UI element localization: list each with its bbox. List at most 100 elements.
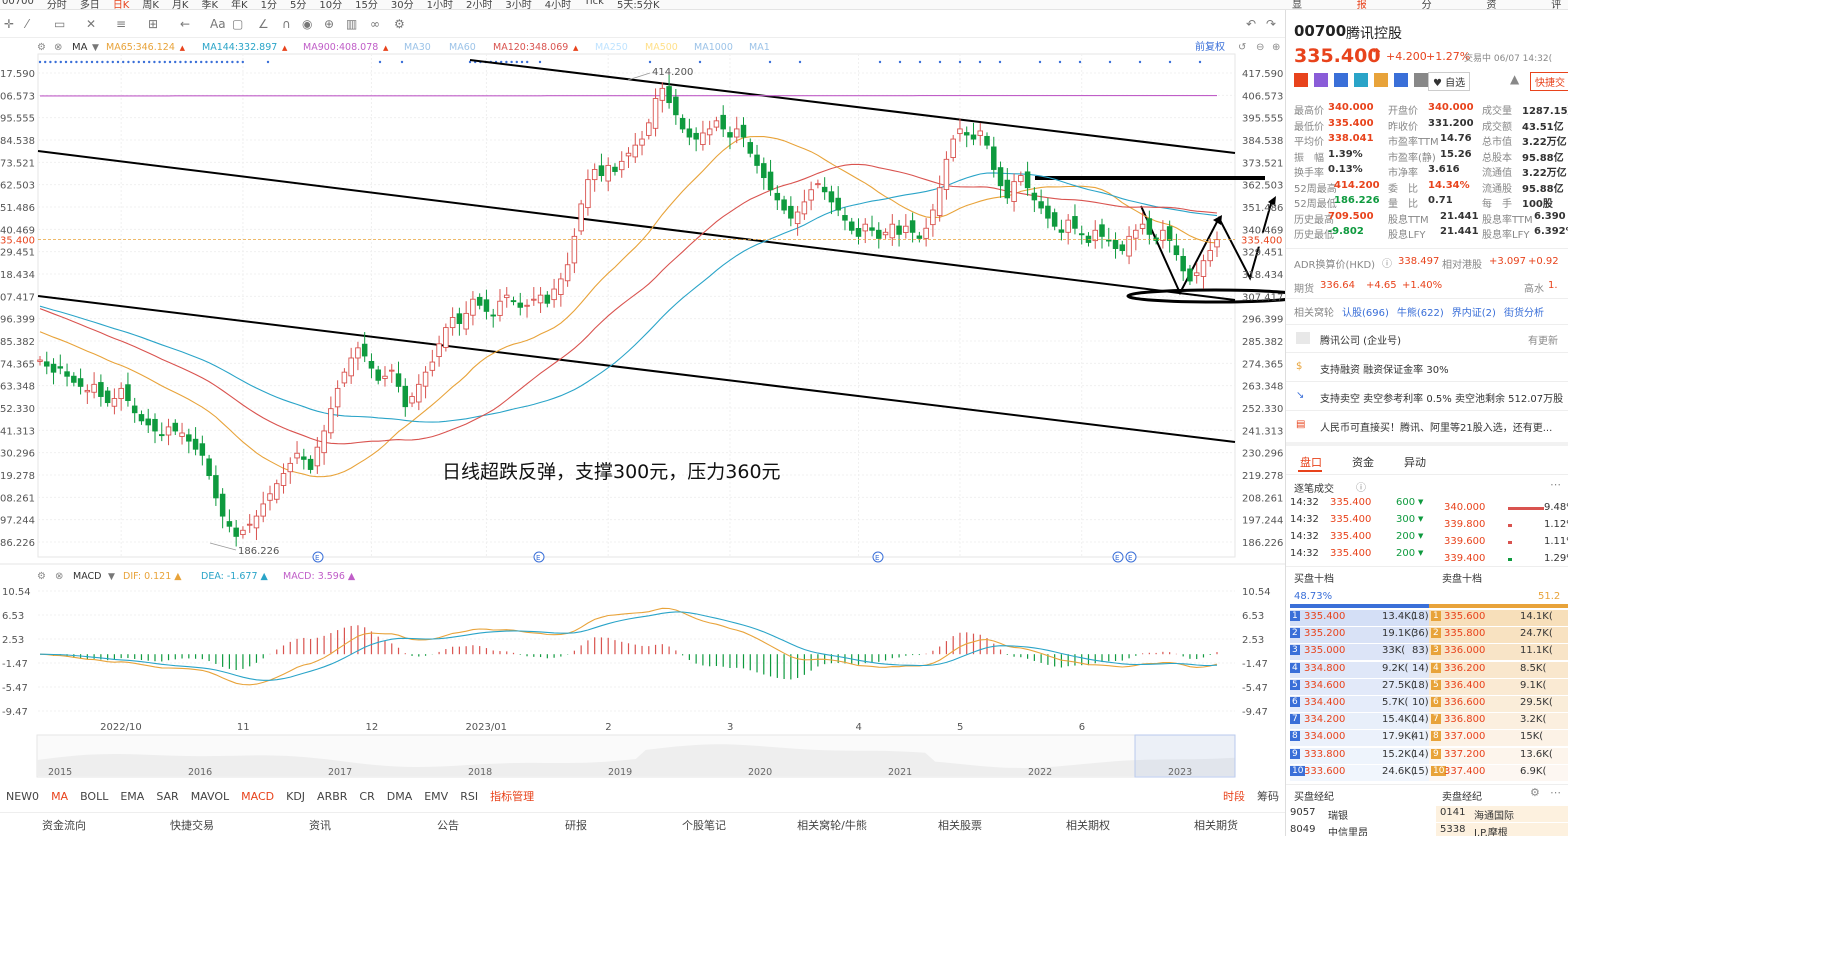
ma-legend-name[interactable]: MA1000 — [694, 42, 733, 53]
angle-tool-icon[interactable]: ∠ — [258, 17, 269, 31]
bottom-nav-item[interactable]: 相关期货 — [1152, 817, 1280, 833]
period-tab[interactable]: 季K — [202, 0, 219, 9]
ma-legend-name[interactable]: MA250 — [595, 42, 628, 53]
period-tab[interactable]: 周K — [142, 0, 159, 9]
indicator-tab[interactable]: ARBR — [317, 790, 347, 803]
panel-tab[interactable]: 分析 — [1422, 0, 1439, 9]
ma-legend-name[interactable]: MA65: — [106, 42, 136, 53]
macd-chevron-icon[interactable]: ▼ — [108, 572, 115, 582]
macd-settings-icon[interactable]: ⚙ — [37, 571, 46, 582]
kline-chart[interactable]: ⚙ ⊗ MA ▼ MA65: 346.124 ▲ MA144: 332.897 ▲ MA900: 40… — [0, 38, 1304, 778]
broker-buy-name[interactable]: 瑞银 — [1328, 807, 1348, 822]
watchlist-button[interactable]: ♥ 自选 — [1428, 72, 1471, 91]
note-icon[interactable] — [1414, 73, 1428, 87]
bottom-nav-item[interactable]: 资讯 — [256, 817, 384, 833]
more-icon[interactable]: ⋯ — [1550, 478, 1561, 491]
period-tab[interactable]: 1分 — [261, 0, 277, 9]
comment-tool-icon[interactable]: ▢ — [232, 17, 243, 31]
hk-flag-icon[interactable] — [1294, 73, 1308, 87]
trend-channel-line[interactable] — [469, 59, 1236, 154]
chat-icon[interactable] — [1314, 73, 1328, 87]
indicator-tab[interactable]: MAVOL — [191, 790, 229, 803]
ma-legend-name[interactable]: MA500 — [645, 42, 678, 53]
tag-icon[interactable] — [1394, 73, 1408, 87]
period-tab[interactable]: 月K — [172, 0, 189, 9]
settings-icon[interactable]: ⚙ — [37, 42, 46, 53]
plus-icon[interactable]: ⊕ — [1272, 42, 1280, 53]
ma-legend-name[interactable]: MA30 — [404, 42, 431, 53]
undo-icon[interactable]: ↶ — [1246, 17, 1256, 31]
info-icon[interactable] — [1354, 73, 1368, 87]
minus-icon[interactable]: ⊖ — [1256, 42, 1264, 53]
chart-area[interactable]: ⚙ ⊗ MA ▼ MA65: 346.124 ▲ MA144: 332.897 ▲ MA900: 40… — [0, 38, 1304, 778]
ticks-info-icon[interactable]: ⓘ — [1356, 479, 1366, 494]
panel-tab[interactable]: 显示 — [1292, 0, 1309, 9]
period-tab[interactable]: 年K — [231, 0, 248, 9]
lock-icon[interactable]: ⊕ — [324, 17, 334, 31]
adr-info-icon[interactable]: ⓘ — [1382, 255, 1392, 270]
quote-tab[interactable]: 异动 — [1404, 454, 1426, 470]
indicator-tab[interactable]: DMA — [387, 790, 413, 803]
indicator-tab[interactable]: CR — [359, 790, 374, 803]
crosshair-icon[interactable]: ✛ — [4, 17, 14, 31]
period-tab[interactable]: 10分 — [319, 0, 342, 9]
macd-close-icon[interactable]: ⊗ — [55, 571, 63, 582]
quote-tab[interactable]: 盘口 — [1300, 454, 1322, 470]
bottom-nav-item[interactable]: 快捷交易 — [128, 817, 256, 833]
period-tab[interactable]: 4小时 — [545, 0, 571, 9]
bottom-nav-item[interactable]: 公告 — [384, 817, 512, 833]
indicator-tab[interactable]: MA — [51, 790, 68, 803]
redo-icon[interactable]: ↷ — [1266, 17, 1276, 31]
period-tab[interactable]: Tick — [584, 0, 604, 9]
channel-tool-icon[interactable]: ≡ — [116, 17, 126, 31]
restore-mode[interactable]: 前复权 — [1195, 40, 1225, 53]
period-tab[interactable]: 00700 — [2, 0, 34, 9]
ma-legend-name[interactable]: MA900: — [303, 42, 339, 53]
company-name[interactable]: 腾讯公司 (企业号) — [1320, 332, 1401, 347]
news-icon[interactable] — [1374, 73, 1388, 87]
related-link[interactable]: 认股(696) — [1342, 304, 1389, 319]
period-tab[interactable]: 1小时 — [427, 0, 453, 9]
arrow-tool-icon[interactable]: ← — [180, 17, 190, 31]
bottom-nav-item[interactable]: 资金流向 — [0, 817, 128, 833]
related-link[interactable]: 牛熊(622) — [1397, 304, 1444, 319]
period-tab[interactable]: 15分 — [355, 0, 378, 9]
bell-icon[interactable]: ▲ — [1510, 72, 1519, 86]
bottom-nav-item[interactable]: 研报 — [512, 817, 640, 833]
magnet-icon[interactable]: ∩ — [282, 17, 291, 31]
broker-settings-icon[interactable]: ⚙ — [1530, 786, 1540, 799]
broker-sell-name[interactable]: J.P.摩根 — [1474, 824, 1508, 836]
chart-annotation[interactable]: 日线超跌反弹，支撑300元，压力360元 — [442, 461, 781, 483]
ma-legend-name[interactable]: MA120: — [493, 42, 529, 53]
indicator-tab[interactable]: BOLL — [80, 790, 108, 803]
ma-legend-name[interactable]: MA1 — [749, 42, 770, 53]
bottom-nav-item[interactable]: 个股笔记 — [640, 817, 768, 833]
measure-tool-icon[interactable]: ⊞ — [148, 17, 158, 31]
indicator-tab[interactable]: SAR — [156, 790, 178, 803]
bottom-nav-item[interactable]: 相关期权 — [1024, 817, 1152, 833]
broker-sell-name[interactable]: 海通国际 — [1474, 807, 1514, 822]
eye-icon[interactable]: ◉ — [302, 17, 312, 31]
indicator-tab[interactable]: RSI — [460, 790, 478, 803]
period-tab[interactable]: 3小时 — [505, 0, 531, 9]
close-icon[interactable]: ⊗ — [54, 42, 62, 53]
panel-tab[interactable]: 报价 — [1357, 0, 1374, 9]
share-icon[interactable] — [1334, 73, 1348, 87]
period-tab[interactable]: 多日 — [80, 0, 100, 9]
related-link[interactable]: 界内证(2) — [1452, 304, 1496, 319]
indicator-right-tab[interactable]: 筹码 — [1257, 788, 1279, 804]
indicator-tab[interactable]: EMA — [120, 790, 144, 803]
panel-tab[interactable]: 评估 — [1551, 0, 1568, 9]
ma-legend-name[interactable]: MA144: — [202, 42, 238, 53]
indicator-right-tab[interactable]: 时段 — [1223, 788, 1245, 804]
chevron-down-icon[interactable]: ▼ — [92, 43, 99, 53]
notice-short[interactable]: 支持卖空 卖空参考利率 0.5% 卖空池剩余 512.07万股 — [1320, 390, 1563, 405]
indicator-tab[interactable]: MACD — [241, 790, 274, 803]
ma-legend-name[interactable]: MA60 — [449, 42, 476, 53]
period-tab[interactable]: 日K — [113, 0, 130, 9]
trend-channel-line[interactable] — [37, 295, 1236, 443]
bottom-nav-item[interactable]: 相关股票 — [896, 817, 1024, 833]
period-tab[interactable]: 2小时 — [466, 0, 492, 9]
link-icon[interactable]: ∞ — [370, 17, 380, 31]
notice-margin[interactable]: 支持融资 融资保证金率 30% — [1320, 361, 1449, 376]
